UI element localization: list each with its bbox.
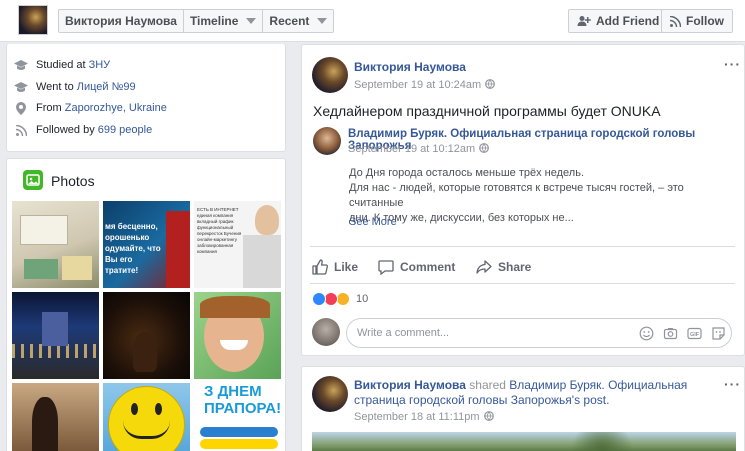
photo-tile-2[interactable]: мя бесценно, орошенько одумайте, что Вы …	[103, 201, 190, 288]
viewer-avatar	[312, 318, 340, 346]
pin-icon	[14, 101, 28, 115]
chevron-down-icon	[246, 18, 257, 24]
shared-text-line-3: дни. К тому же, дискуссии, без которых н…	[349, 212, 574, 224]
more-icon[interactable]: ···	[724, 376, 741, 392]
comment-button[interactable]: Comment	[378, 259, 455, 275]
timeline-label: Timeline	[189, 14, 239, 28]
recent-dropdown[interactable]: Recent	[263, 10, 333, 32]
follow-label: Follow	[686, 14, 724, 28]
author-avatar[interactable]	[312, 57, 348, 93]
comment-label: Comment	[400, 260, 456, 274]
photo-tile-1[interactable]	[12, 201, 99, 288]
followed-link[interactable]: 699 people	[98, 124, 152, 136]
photo-tile-9[interactable]: З ДНЕМ ПРАПОРА!	[194, 383, 281, 451]
post-link[interactable]: 's post.	[572, 393, 610, 407]
from-link[interactable]: Zaporozhye, Ukraine	[65, 102, 167, 114]
emoji-icon[interactable]	[639, 326, 654, 344]
globe-icon	[483, 410, 494, 424]
post2-time[interactable]: September 18 at 11:11pm	[354, 411, 480, 423]
see-more-link[interactable]: See More	[349, 216, 397, 228]
like-button[interactable]: Like	[312, 259, 358, 275]
post-author[interactable]: Виктория Наумова	[354, 60, 466, 74]
reactions-count: 10	[356, 293, 369, 305]
follow-icon	[670, 15, 681, 27]
photo-tile-3[interactable]: ЕСТЬ В ИНТЕРНЕТ единая компания вкладный…	[194, 201, 281, 288]
timeline-dropdown[interactable]: Timeline	[184, 10, 264, 32]
shared-page-link-2[interactable]: страница городской головы Запорожья	[354, 393, 572, 407]
sticker-icon[interactable]	[711, 326, 726, 344]
camera-icon[interactable]	[663, 326, 678, 344]
comment-placeholder: Write a comment...	[357, 327, 450, 339]
svg-text:GIF: GIF	[690, 332, 700, 338]
studied-link[interactable]: ЗНУ	[89, 59, 111, 71]
like-reaction-icon	[312, 292, 326, 306]
shared-text: До Дня города осталось меньше трёх недел…	[349, 166, 734, 226]
photo-tile-3-text: ЕСТЬ В ИНТЕРНЕТ единая компания вкладный…	[197, 207, 242, 254]
followed-prefix: Followed by	[36, 124, 98, 136]
globe-icon	[485, 78, 496, 92]
gif-icon[interactable]: GIF	[687, 326, 702, 344]
studied-prefix: Studied at	[36, 59, 89, 71]
reactions-summary[interactable]: 10	[312, 292, 368, 306]
photo-tile-6[interactable]	[194, 292, 281, 379]
post2-header: Виктория Наумова shared Владимир Буряк. …	[354, 378, 714, 408]
profile-top-bar: Виктория Наумова Timeline Recent Add Fri…	[0, 0, 745, 42]
post-meta: September 19 at 10:24am	[354, 78, 496, 92]
shared-meta: September 19 at 10:12am	[348, 142, 490, 156]
profile-nav-group: Виктория Наумова Timeline Recent	[58, 9, 335, 33]
globe-icon	[479, 142, 490, 156]
post2-image[interactable]	[312, 432, 736, 451]
cap-icon	[14, 58, 28, 72]
divider	[310, 283, 735, 284]
photo-tile-9-text: З ДНЕМ ПРАПОРА!	[204, 383, 281, 417]
photo-tile-2-text: мя бесценно, орошенько одумайте, что Вы …	[105, 222, 161, 275]
share-label: Share	[498, 260, 532, 274]
post2-author[interactable]: Виктория Наумова	[354, 378, 466, 392]
author-avatar[interactable]	[312, 376, 348, 412]
rss-icon	[14, 123, 28, 137]
intro-followed: Followed by 699 people	[14, 123, 152, 137]
wow-reaction-icon	[336, 292, 350, 306]
profile-avatar-thumb[interactable]	[18, 5, 48, 35]
shared-author-avatar[interactable]	[313, 127, 341, 155]
comment-icon	[378, 260, 394, 275]
photo-tile-7[interactable]	[12, 383, 99, 451]
recent-label: Recent	[269, 14, 310, 28]
more-icon[interactable]: ···	[724, 56, 741, 72]
share-icon	[476, 260, 492, 274]
shared-text-line-1: До Дня города осталось меньше трёх недел…	[349, 167, 584, 179]
post-text: Хедлайнером праздничной программы будет …	[313, 103, 661, 119]
shared-time[interactable]: September 19 at 10:12am	[348, 143, 475, 155]
post2-meta: September 18 at 11:11pm	[354, 410, 494, 424]
photos-icon	[23, 170, 43, 190]
like-label: Like	[334, 260, 359, 274]
photo-tile-5[interactable]	[103, 292, 190, 379]
photo-tile-4[interactable]	[12, 292, 99, 379]
love-reaction-icon	[324, 292, 338, 306]
divider	[310, 246, 735, 247]
add-friend-label: Add Friend	[596, 14, 660, 28]
shared-text-line-2: Для нас - людей, которые готовятся к вст…	[349, 182, 684, 209]
share-button[interactable]: Share	[476, 259, 531, 275]
chevron-down-icon	[317, 18, 328, 24]
intro-studied: Studied at ЗНУ	[14, 58, 110, 72]
intro-from: From Zaporozhye, Ukraine	[14, 101, 167, 115]
post-time[interactable]: September 19 at 10:24am	[354, 79, 481, 91]
photo-tile-8[interactable]	[103, 383, 190, 451]
follow-button[interactable]: Follow	[661, 9, 733, 33]
cap-icon	[14, 80, 28, 94]
intro-went: Went to Лицей №99	[14, 80, 136, 94]
shared-page-link-1[interactable]: Владимир Буряк. Официальная	[509, 378, 687, 392]
profile-name: Виктория Наумова	[65, 14, 177, 28]
profile-name-button[interactable]: Виктория Наумова	[59, 10, 184, 32]
add-friend-button[interactable]: Add Friend	[568, 9, 669, 33]
photos-title[interactable]: Photos	[51, 173, 95, 189]
from-prefix: From	[36, 102, 65, 114]
went-link[interactable]: Лицей №99	[77, 81, 136, 93]
add-friend-icon	[577, 16, 591, 26]
comment-input[interactable]: Write a comment... GIF	[346, 318, 732, 348]
like-icon	[312, 259, 328, 275]
shared-word: shared	[465, 378, 510, 392]
went-prefix: Went to	[36, 81, 77, 93]
